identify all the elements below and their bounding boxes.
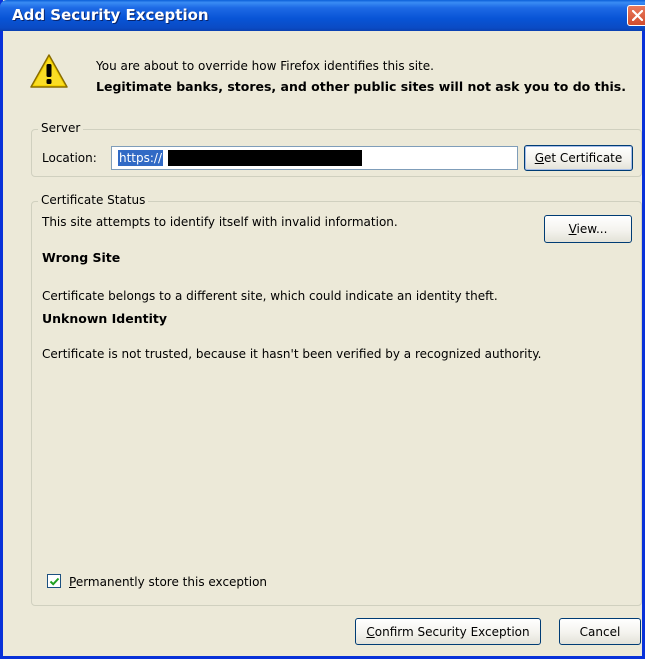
location-label: Location: (42, 151, 97, 165)
warning-text: Legitimate banks, stores, and other publ… (96, 79, 626, 94)
location-input[interactable]: https:// (111, 146, 518, 170)
permanent-store-checkbox[interactable] (47, 574, 61, 588)
view-button[interactable]: View... (544, 215, 632, 243)
intro-text: You are about to override how Firefox id… (96, 59, 434, 73)
get-certificate-button[interactable]: Get Certificate (524, 145, 633, 171)
certificate-status-group (31, 201, 642, 606)
add-security-exception-dialog: Add Security Exception You are about to … (0, 0, 645, 659)
server-group-label: Server (38, 121, 84, 135)
title-bar[interactable]: Add Security Exception (0, 0, 645, 31)
checkmark-icon (49, 577, 60, 586)
window-title: Add Security Exception (12, 6, 209, 24)
get-certificate-mnemonic: G (534, 151, 545, 165)
confirm-security-exception-button[interactable]: Confirm Security Exception (355, 618, 541, 645)
close-icon (632, 10, 643, 21)
permanent-store-mnemonic: P (69, 575, 76, 589)
confirm-label: onfirm Security Exception (374, 624, 530, 639)
get-certificate-label: et Certificate (544, 151, 623, 165)
confirm-mnemonic: C (366, 624, 375, 639)
unknown-identity-heading: Unknown Identity (42, 311, 168, 326)
wrong-site-heading: Wrong Site (42, 250, 121, 265)
wrong-site-text: Certificate belongs to a different site,… (42, 289, 498, 303)
warning-icon (30, 54, 68, 88)
redacted-url (168, 150, 362, 166)
unknown-identity-text: Certificate is not trusted, because it h… (42, 347, 542, 361)
certificate-status-label: Certificate Status (38, 193, 149, 207)
permanent-store-text: ermanently store this exception (75, 575, 268, 589)
view-mnemonic: V (568, 222, 577, 236)
cancel-button[interactable]: Cancel (559, 618, 641, 645)
view-label: iew... (576, 222, 608, 236)
close-button[interactable] (627, 5, 645, 26)
status-summary: This site attempts to identify itself wi… (42, 215, 398, 229)
location-value: https:// (118, 150, 164, 166)
cancel-label: Cancel (579, 624, 621, 639)
permanent-store-label[interactable]: Permanently store this exception (69, 575, 267, 589)
